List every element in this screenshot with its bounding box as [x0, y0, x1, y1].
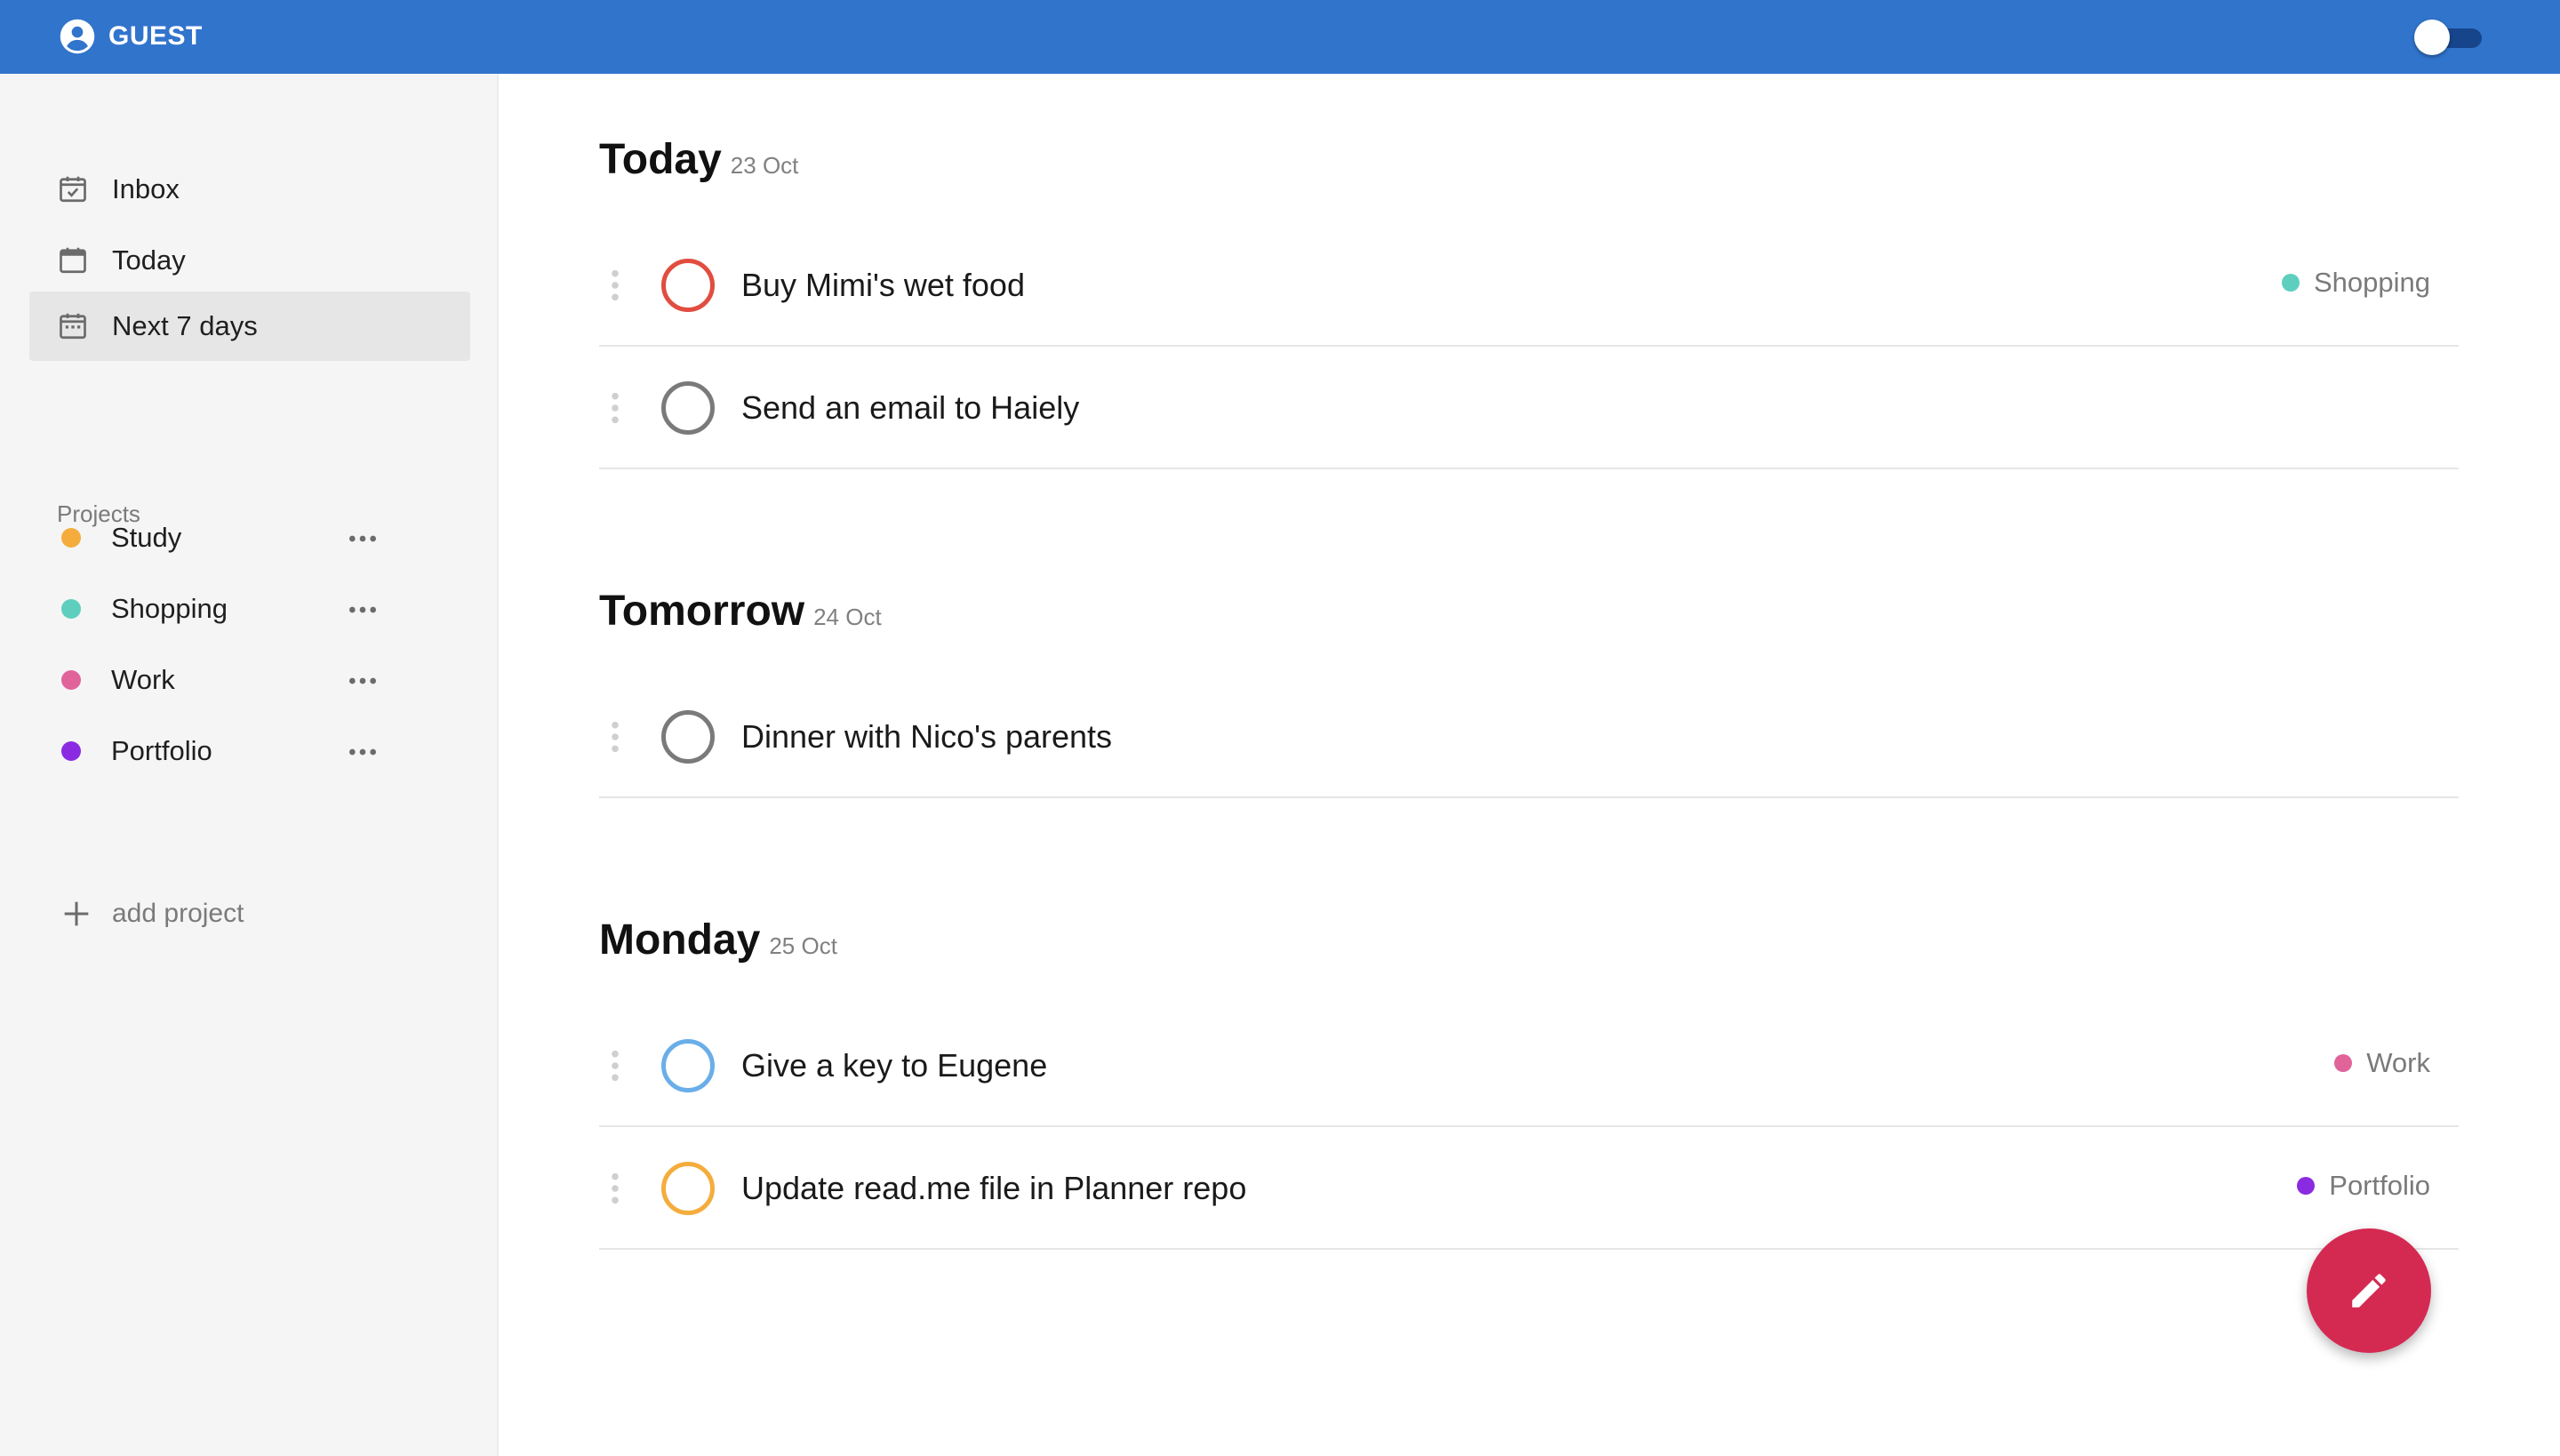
task-complete-checkbox[interactable] [661, 381, 715, 435]
project-label: Shopping [111, 593, 228, 624]
sidebar-item-next-7-days[interactable]: Next 7 days [29, 292, 470, 361]
inbox-calendar-check-icon [60, 176, 86, 203]
user-name: GUEST [108, 21, 203, 51]
more-horizontal-icon[interactable] [345, 734, 380, 770]
task-row[interactable]: Send an email to Haiely [599, 347, 2459, 469]
section-day: Today [599, 136, 722, 183]
task-title[interactable]: Update read.me file in Planner repo [741, 1170, 1246, 1207]
add-task-fab[interactable] [2307, 1228, 2431, 1353]
project-item-work[interactable]: Work [29, 649, 403, 711]
calendar-week-icon [60, 313, 86, 340]
theme-toggle[interactable] [2414, 20, 2482, 55]
task-title[interactable]: Buy Mimi's wet food [741, 267, 1025, 304]
task-complete-checkbox[interactable] [661, 259, 715, 312]
project-item-portfolio[interactable]: Portfolio [29, 720, 403, 782]
task-title[interactable]: Give a key to Eugene [741, 1047, 1047, 1084]
add-project-label: add project [112, 899, 244, 928]
project-color-dot [61, 741, 81, 761]
more-horizontal-icon[interactable] [345, 663, 380, 699]
section-heading-tomorrow: Tomorrow 24 Oct [599, 587, 882, 636]
section-heading-monday: Monday 25 Oct [599, 916, 837, 964]
task-project-tag: Shopping [2281, 267, 2430, 299]
sidebar-item-inbox[interactable]: Inbox [29, 155, 470, 224]
section-heading-today: Today 23 Oct [599, 135, 798, 184]
task-complete-checkbox[interactable] [661, 710, 715, 764]
project-label: Work [111, 664, 175, 695]
more-horizontal-icon[interactable] [345, 521, 380, 556]
task-title[interactable]: Send an email to Haiely [741, 389, 1079, 427]
task-row[interactable]: Update read.me file in Planner repo Port… [599, 1127, 2459, 1250]
sidebar-item-label: Inbox [112, 173, 180, 204]
section-day: Tomorrow [599, 588, 805, 635]
section-date: 25 Oct [769, 932, 837, 959]
tag-label: Portfolio [2329, 1170, 2430, 1201]
sidebar-item-today[interactable]: Today [29, 226, 470, 295]
tag-color-dot [2334, 1054, 2353, 1072]
task-project-tag: Portfolio [2297, 1170, 2430, 1202]
project-label: Study [111, 522, 182, 553]
account-circle-icon [60, 19, 95, 54]
add-project-button[interactable]: add project [59, 896, 244, 932]
calendar-icon [60, 247, 86, 274]
project-color-dot [61, 528, 81, 548]
project-color-dot [61, 599, 81, 619]
project-item-shopping[interactable]: Shopping [29, 578, 403, 640]
tag-label: Shopping [2313, 267, 2430, 298]
drag-handle-icon[interactable] [606, 1172, 624, 1205]
pencil-edit-icon [2352, 1274, 2386, 1308]
sidebar-item-label: Today [112, 244, 186, 276]
task-complete-checkbox[interactable] [661, 1162, 715, 1215]
section-day: Monday [599, 916, 761, 964]
sidebar: Inbox Today Next 7 days Projects Study S… [0, 74, 499, 1456]
more-horizontal-icon[interactable] [345, 592, 380, 628]
section-date: 23 Oct [730, 152, 799, 179]
user-menu[interactable]: GUEST [59, 18, 203, 55]
tag-color-dot [2281, 274, 2300, 292]
task-row[interactable]: Dinner with Nico's parents [599, 676, 2459, 798]
project-color-dot [61, 670, 81, 690]
top-app-bar: GUEST [0, 0, 2560, 74]
drag-handle-icon[interactable] [606, 720, 624, 754]
task-project-tag: Work [2334, 1047, 2430, 1079]
drag-handle-icon[interactable] [606, 1049, 624, 1083]
tag-label: Work [2366, 1047, 2430, 1078]
drag-handle-icon[interactable] [606, 268, 624, 302]
task-row[interactable]: Buy Mimi's wet food Shopping [599, 224, 2459, 347]
section-date: 24 Oct [813, 604, 882, 630]
task-row[interactable]: Give a key to Eugene Work [599, 1004, 2459, 1127]
toggle-knob [2414, 20, 2450, 55]
sidebar-item-label: Next 7 days [112, 310, 258, 341]
plus-icon [64, 901, 89, 926]
drag-handle-icon[interactable] [606, 391, 624, 425]
project-item-study[interactable]: Study [29, 507, 403, 569]
task-title[interactable]: Dinner with Nico's parents [741, 718, 1112, 756]
tag-color-dot [2297, 1177, 2316, 1195]
task-complete-checkbox[interactable] [661, 1039, 715, 1092]
project-label: Portfolio [111, 735, 212, 766]
